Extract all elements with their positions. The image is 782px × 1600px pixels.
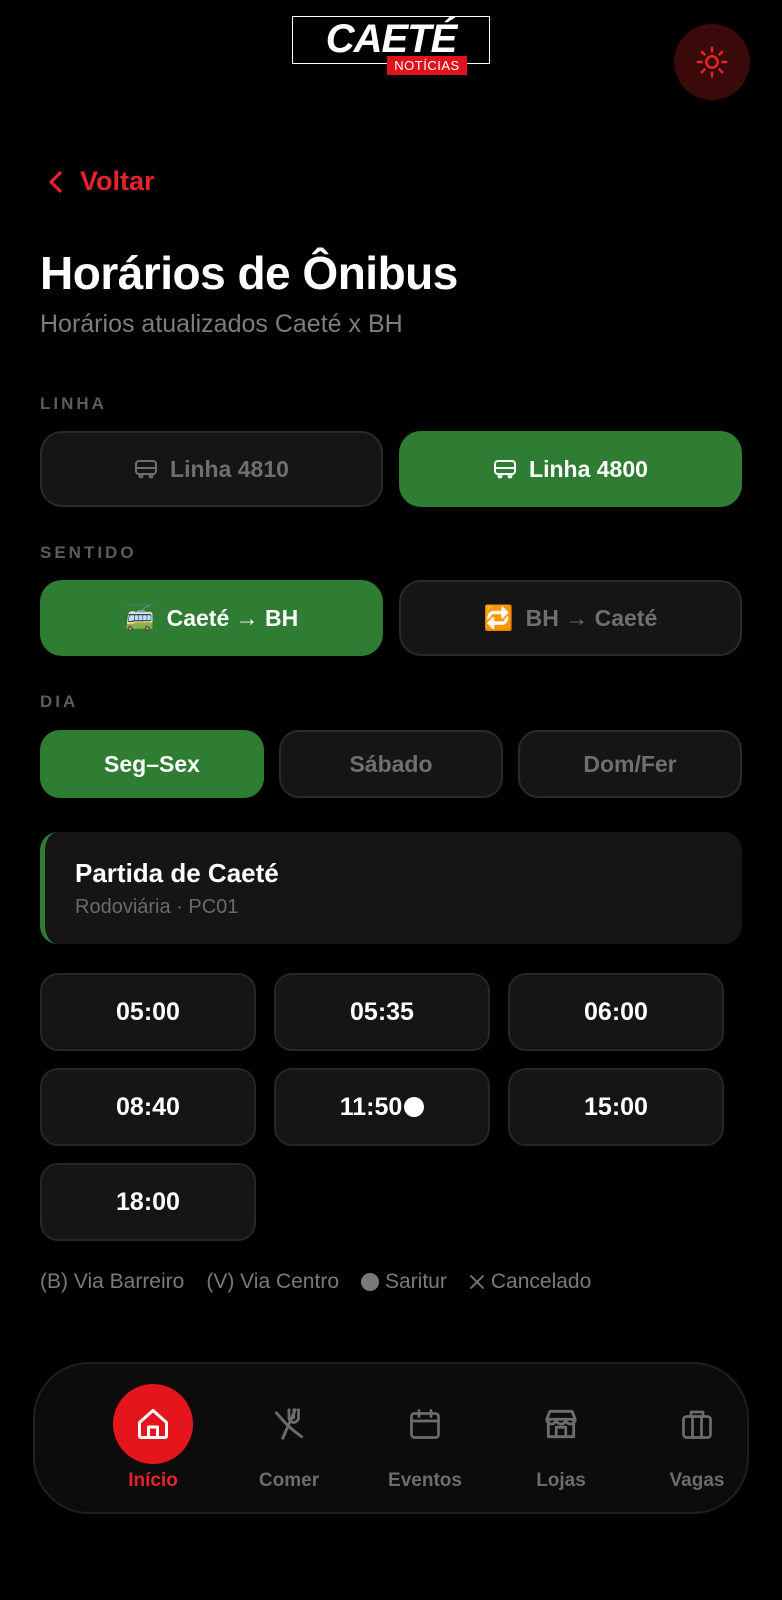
bus-icon	[135, 460, 158, 479]
linha-4800-label: Linha 4800	[529, 455, 648, 482]
nav-label-inicio: Início	[128, 1470, 178, 1491]
time-value: 18:00	[116, 1187, 180, 1216]
brand-sub: NOTÍCIAS	[387, 56, 467, 75]
departure-subtitle: Rodoviária · PC01	[75, 896, 239, 918]
saritur-dot-icon	[404, 1097, 425, 1117]
brand-logo[interactable]: CAETÉ NOTÍCIAS	[292, 16, 490, 75]
chevron-left-icon	[49, 170, 62, 193]
briefcase-icon	[657, 1384, 737, 1464]
sentido-caete-bh-label: Caeté → BH	[166, 604, 299, 631]
back-label: Voltar	[80, 166, 155, 196]
dia-seg-sex-label: Seg–Sex	[104, 750, 200, 777]
calendar-icon	[385, 1384, 465, 1464]
theme-toggle-button[interactable]	[674, 24, 750, 100]
nav-label-vagas: Vagas	[669, 1470, 725, 1491]
time-slot[interactable]: 06:00	[508, 973, 724, 1051]
time-value: 05:35	[350, 997, 414, 1026]
back-button[interactable]: Voltar	[48, 166, 155, 197]
sun-icon	[696, 46, 728, 78]
page-title: Horários de Ônibus	[40, 247, 458, 299]
nav-label-comer: Comer	[258, 1470, 320, 1491]
legend-cancelado: Cancelado	[469, 1270, 591, 1294]
sentido-bh-caete-label: BH → Caeté	[525, 604, 658, 631]
home-icon	[113, 1384, 193, 1464]
nav-label-lojas: Lojas	[536, 1470, 586, 1491]
dia-dom-fer-label: Dom/Fer	[583, 750, 677, 777]
nav-item-comer[interactable]: Comer	[229, 1364, 349, 1516]
dia-sabado-button[interactable]: Sábado	[279, 730, 503, 798]
brand-name: CAETÉ	[325, 17, 458, 61]
time-value: 06:00	[584, 997, 648, 1026]
sentido-caete-bh-button[interactable]: 🚎 Caeté → BH	[40, 580, 383, 656]
utensils-icon	[249, 1384, 329, 1464]
time-slot[interactable]: 08:40	[40, 1068, 256, 1146]
saritur-dot-icon	[361, 1273, 379, 1291]
time-slot[interactable]: 11:50	[274, 1068, 490, 1146]
nav-item-vagas[interactable]: Vagas	[637, 1364, 757, 1516]
time-value: 08:40	[116, 1092, 180, 1121]
nav-item-eventos[interactable]: Eventos	[365, 1364, 485, 1516]
time-value: 11:50	[339, 1092, 403, 1121]
dia-seg-sex-button[interactable]: Seg–Sex	[40, 730, 264, 798]
time-value: 05:00	[116, 997, 180, 1026]
linha-4810-label: Linha 4810	[170, 455, 289, 482]
departure-card: Partida de Caeté Rodoviária · PC01	[40, 832, 742, 944]
bottom-nav: Início Comer Eventos Lojas Vagas	[33, 1362, 749, 1514]
legend: (B) Via Barreiro (V) Via Centro Saritur …	[40, 1270, 591, 1294]
sentido-bh-caete-button[interactable]: 🔁 BH → Caeté	[399, 580, 742, 656]
dia-sabado-label: Sábado	[349, 750, 433, 777]
linha-section-label: LINHA	[40, 394, 107, 413]
time-value: 15:00	[584, 1092, 648, 1121]
departure-title: Partida de Caeté	[75, 858, 279, 888]
legend-barreiro: (B) Via Barreiro	[40, 1270, 185, 1293]
store-icon	[521, 1384, 601, 1464]
legend-centro: (V) Via Centro	[206, 1270, 339, 1293]
time-slot[interactable]: 05:00	[40, 973, 256, 1051]
time-slot[interactable]: 18:00	[40, 1163, 256, 1241]
legend-saritur-label: Saritur	[385, 1270, 447, 1293]
repeat-icon: 🔁	[483, 604, 514, 632]
nav-label-eventos: Eventos	[388, 1470, 462, 1491]
cancel-x-icon	[469, 1275, 484, 1289]
sentido-section-label: SENTIDO	[40, 543, 137, 562]
time-slot[interactable]: 05:35	[274, 973, 490, 1051]
linha-4800-button[interactable]: Linha 4800	[399, 431, 742, 507]
dia-section-label: DIA	[40, 692, 79, 711]
nav-item-lojas[interactable]: Lojas	[501, 1364, 621, 1516]
page-subtitle: Horários atualizados Caeté x BH	[40, 310, 403, 338]
time-slot[interactable]: 15:00	[508, 1068, 724, 1146]
legend-cancelado-label: Cancelado	[490, 1270, 592, 1293]
legend-saritur: Saritur	[361, 1270, 447, 1294]
bus-icon	[494, 460, 517, 479]
linha-4810-button[interactable]: Linha 4810	[40, 431, 383, 507]
trolleybus-icon: 🚎	[124, 604, 155, 632]
nav-item-inicio[interactable]: Início	[93, 1364, 213, 1516]
app-header: CAETÉ NOTÍCIAS	[0, 0, 782, 110]
dia-dom-fer-button[interactable]: Dom/Fer	[518, 730, 742, 798]
